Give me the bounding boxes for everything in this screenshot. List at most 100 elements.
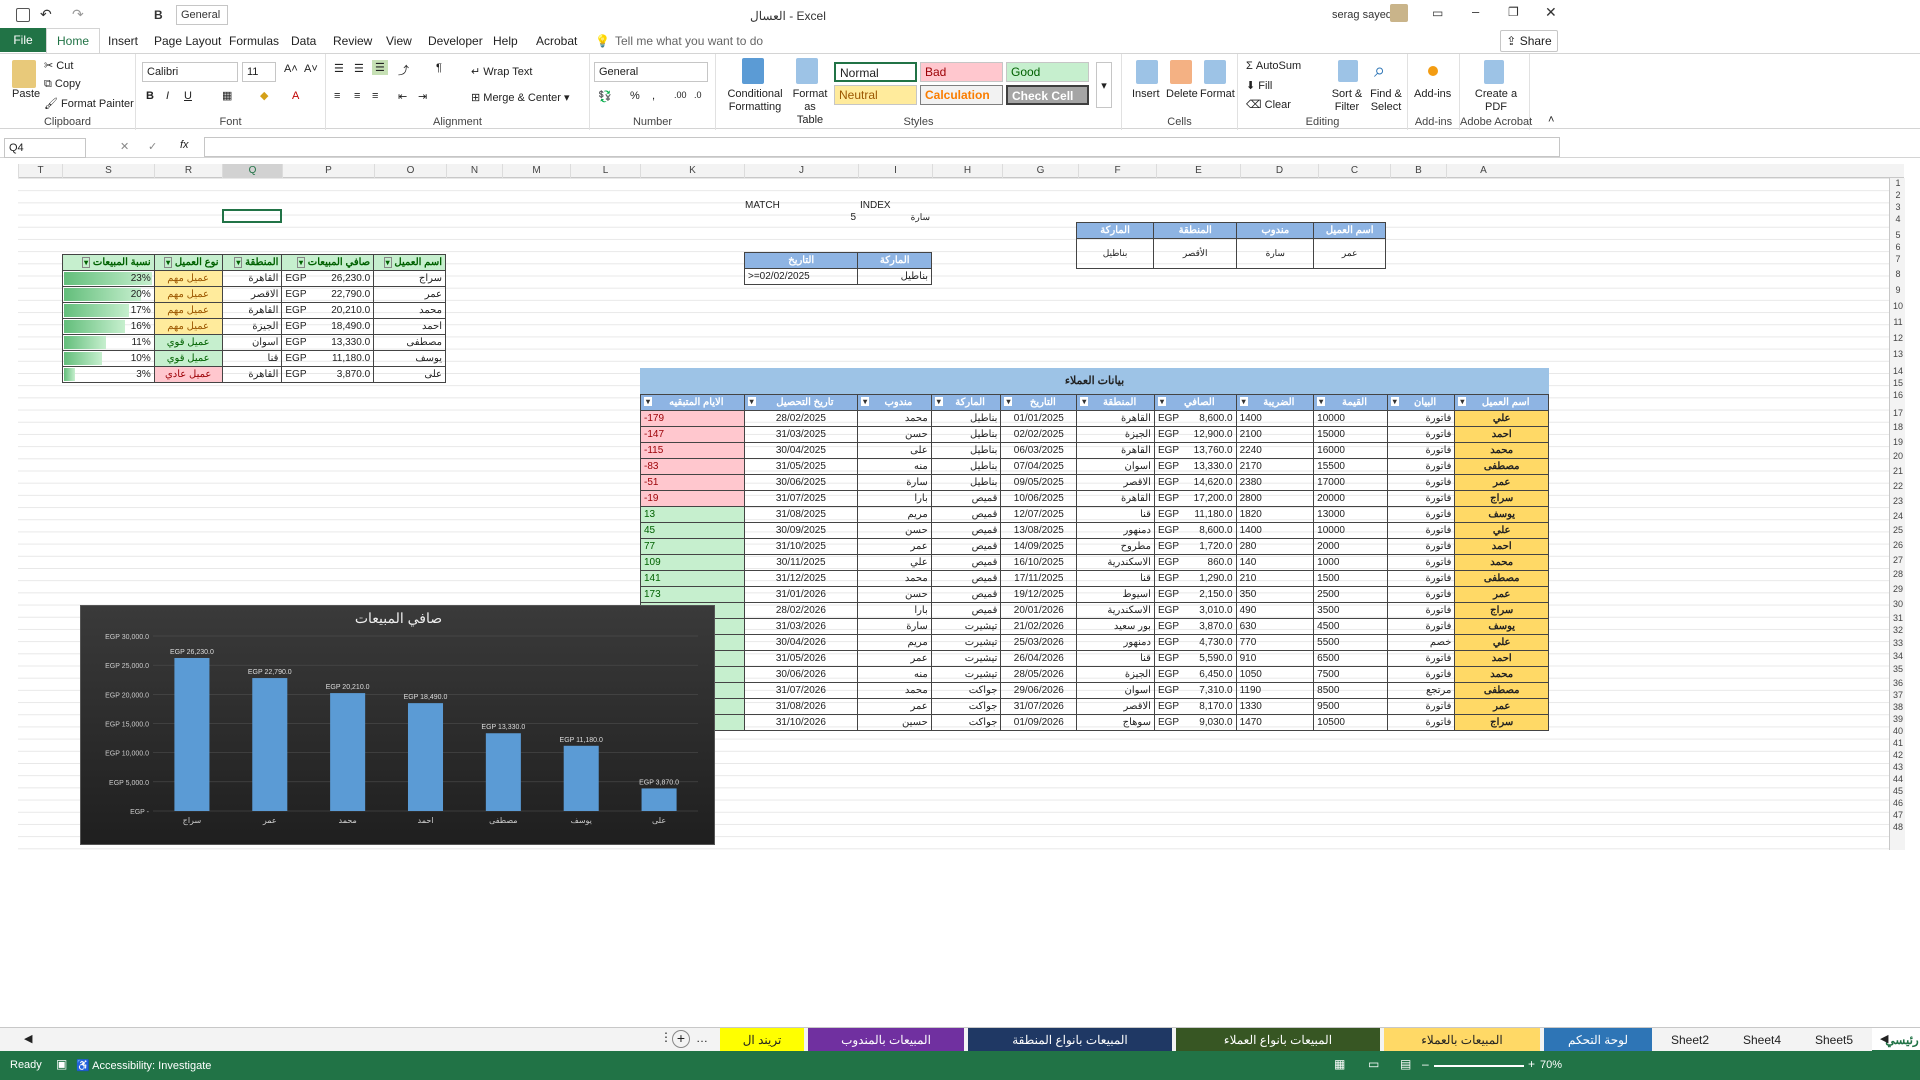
cell-net[interactable]: EGP 6,450.0 [1153,666,1237,683]
cell-tax[interactable]: 2100 [1235,426,1315,443]
row-header[interactable]: 22 [1890,481,1906,491]
orientation-icon[interactable]: ⤴ [398,62,409,78]
filter-dropdown-icon[interactable]: ▾ [1157,397,1166,406]
style-check-cell[interactable]: Check Cell [1006,85,1089,105]
underline-icon[interactable]: U [184,90,192,102]
cell-region[interactable]: الاسكندرية [1076,602,1155,619]
col-header-d[interactable]: D [1240,164,1318,178]
row-header[interactable]: 13 [1890,349,1906,359]
filter-dropdown-icon[interactable]: ▾ [1239,397,1248,406]
summary-percent[interactable]: 16% [62,318,155,335]
filter-dropdown-icon[interactable]: ▾ [1317,397,1326,406]
cell-net[interactable]: EGP 1,290.0 [1153,570,1237,587]
add-sheet-icon[interactable]: + [672,1030,690,1048]
cell-days-remaining[interactable]: 77 [640,538,745,555]
cell-date[interactable]: 19/12/2025 [1000,586,1078,603]
cell-date[interactable]: 13/08/2025 [1000,522,1078,539]
tabs-more-icon[interactable]: … [696,1031,708,1045]
summary-net[interactable]: EGP 26,230.0 [281,270,375,287]
undo-icon[interactable]: ↶ [40,6,52,23]
row-header[interactable]: 16 [1890,390,1906,400]
summary-header[interactable]: نوع العميل ▾ [153,254,223,271]
cell-rep[interactable]: عمر [857,698,932,715]
col-header-a[interactable]: A [1446,164,1520,178]
main-header[interactable]: المنطقة ▾ [1076,394,1155,411]
cell-region[interactable]: دمنهور [1076,634,1155,651]
chart-bar[interactable] [330,693,366,811]
cell-customer[interactable]: سراج [1454,490,1549,507]
rtl-icon[interactable]: ¶ [436,62,442,74]
page-layout-view-icon[interactable]: ▭ [1368,1057,1379,1071]
cell-brand[interactable]: بناطيل [930,410,1002,427]
minimize-icon[interactable]: – [1472,4,1479,19]
row-header[interactable]: 29 [1890,584,1906,594]
cell-value[interactable]: 10500 [1313,714,1388,731]
sheet-tab[interactable]: Sheet4 [1728,1028,1796,1052]
row-header[interactable]: 46 [1890,798,1906,808]
cell-customer[interactable]: سراج [1454,602,1549,619]
sheet-tab[interactable]: Sheet5 [1800,1028,1868,1052]
cell-collection-date[interactable]: 30/04/2026 [743,634,859,651]
close-icon[interactable]: ✕ [1545,4,1557,21]
row-header[interactable]: 32 [1890,625,1906,635]
row-header[interactable]: 34 [1890,651,1906,661]
row-header[interactable]: 35 [1890,664,1906,674]
zoom-slider[interactable] [1434,1065,1524,1067]
row-header[interactable]: 38 [1890,702,1906,712]
row-header[interactable]: 39 [1890,714,1906,724]
cell-statement[interactable]: فاتورة [1386,602,1456,619]
tab-data[interactable]: Data [291,34,316,48]
col-header-g[interactable]: G [1002,164,1078,178]
row-header[interactable]: 5 [1890,230,1906,240]
filter-dropdown-icon[interactable]: ▾ [82,257,91,268]
cell-region[interactable]: اسوان [1076,682,1155,699]
align-top-icon[interactable]: ☰ [334,62,344,75]
align-left-icon[interactable]: ≡ [334,90,340,102]
cell-value[interactable]: 5500 [1313,634,1388,651]
cell-statement[interactable]: فاتورة [1386,650,1456,667]
cell-date[interactable]: 17/11/2025 [1000,570,1078,587]
chart-bar[interactable] [407,703,444,811]
quick-format-combo[interactable]: General [176,5,228,25]
summary-net[interactable]: EGP 20,210.0 [281,302,375,319]
macro-icon[interactable]: ▣ [56,1057,67,1071]
font-name-combo[interactable]: Calibri [142,62,238,82]
decrease-indent-icon[interactable]: ⇤ [398,90,407,103]
cut-button[interactable]: ✂ Cut [44,59,73,72]
style-neutral[interactable]: Neutral [834,85,917,105]
align-bottom-icon[interactable]: ☰ [372,60,388,75]
cell-value[interactable]: 1000 [1313,554,1388,571]
cell-net[interactable]: EGP 13,330.0 [1153,458,1237,475]
col-header-b[interactable]: B [1390,164,1446,178]
chart-bar[interactable] [563,745,599,811]
cell-days-remaining[interactable]: 13 [640,506,745,523]
main-header[interactable]: تاريخ التحصيل ▾ [743,394,859,411]
main-header[interactable]: التاريخ ▾ [1000,394,1078,411]
cell-days-remaining[interactable]: 141 [640,570,745,587]
index-value[interactable]: سارة [898,210,930,225]
sheet-tab[interactable]: لوحة التحكم [1544,1028,1652,1052]
font-color-icon[interactable]: A [292,90,299,102]
row-header[interactable]: 18 [1890,422,1906,432]
row-header[interactable]: 42 [1890,750,1906,760]
col-header-n[interactable]: N [446,164,502,178]
cell-days-remaining[interactable]: -83 [640,458,745,475]
cell-tax[interactable]: 1820 [1235,506,1315,523]
cell-tax[interactable]: 1400 [1235,522,1315,539]
cell-collection-date[interactable]: 31/10/2025 [743,538,859,555]
cell-collection-date[interactable]: 31/07/2026 [743,682,859,699]
main-header[interactable]: البيان ▾ [1386,394,1456,411]
cell-collection-date[interactable]: 30/04/2025 [743,442,859,459]
cell-rep[interactable]: محمد [857,682,932,699]
share-button[interactable]: ⇪ Share [1500,30,1558,52]
paste-button[interactable]: Paste [12,88,40,100]
cell-tax[interactable]: 630 [1235,618,1315,635]
cell-net[interactable]: EGP 8,600.0 [1153,410,1237,427]
row-header[interactable]: 44 [1890,774,1906,784]
style-calculation[interactable]: Calculation [920,85,1003,105]
cell-region[interactable]: الاقصر [1076,698,1155,715]
match-value[interactable]: 5 [844,210,856,225]
active-cell[interactable] [222,209,282,223]
cell-date[interactable]: 01/09/2026 [1000,714,1078,731]
sheet-tab[interactable]: المبيعات بالعملاء [1384,1028,1540,1052]
